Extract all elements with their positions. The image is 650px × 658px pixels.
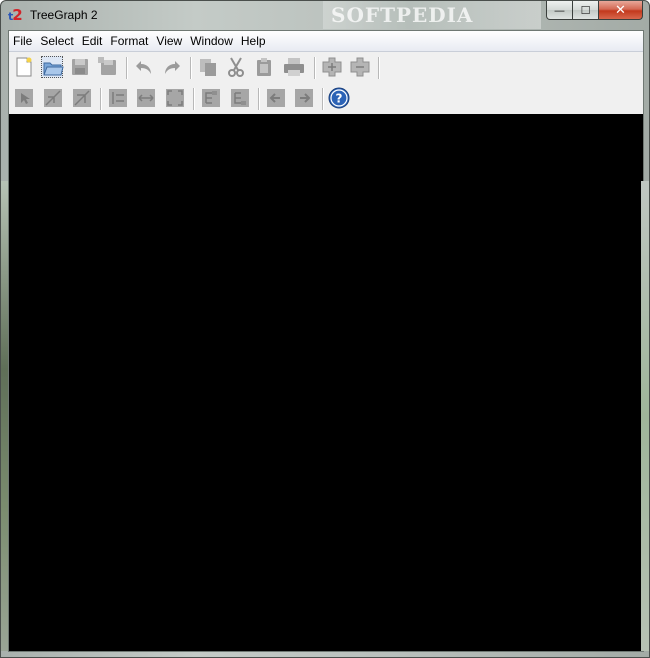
- menu-format[interactable]: Format: [106, 31, 152, 51]
- redo-button[interactable]: [161, 56, 183, 78]
- toolbar-separator: [322, 88, 324, 110]
- select-node-icon: [15, 89, 33, 107]
- new-document-icon: [16, 57, 32, 77]
- tree-canvas[interactable]: [9, 114, 643, 651]
- open-folder-icon: [43, 62, 64, 76]
- collapse-node-icon: [350, 57, 370, 77]
- window-title: TreeGraph 2: [30, 8, 98, 22]
- close-icon: ✕: [615, 2, 626, 18]
- menu-window[interactable]: Window: [186, 31, 237, 51]
- toolbar-separator: [126, 57, 128, 79]
- copy-icon: [200, 59, 216, 76]
- toolbar-separator: [193, 88, 195, 110]
- minimize-icon: —: [554, 3, 565, 17]
- fit-to-window-button[interactable]: [164, 87, 186, 109]
- maximize-button[interactable]: ☐: [573, 1, 599, 20]
- minimize-button[interactable]: —: [546, 1, 573, 20]
- help-icon: ?: [328, 87, 350, 109]
- print-icon: [284, 58, 304, 76]
- select-subtree-button[interactable]: [71, 87, 93, 109]
- select-subtree-icon: [73, 89, 91, 107]
- arrow-left-button[interactable]: [265, 87, 287, 109]
- toolbar-separator: [314, 57, 316, 79]
- print-button[interactable]: [283, 56, 305, 78]
- menu-view[interactable]: View: [152, 31, 186, 51]
- client-area: File Select Edit Format View Window Help: [8, 30, 644, 652]
- tree-toolbar: ?: [9, 83, 643, 113]
- align-icon: [109, 89, 127, 107]
- arrow-right-button[interactable]: [293, 87, 315, 109]
- fit-to-window-icon: [166, 89, 184, 107]
- move-subtree-up-icon: [202, 89, 220, 107]
- save-icon: [72, 59, 88, 75]
- menu-edit[interactable]: Edit: [78, 31, 107, 51]
- copy-button[interactable]: [197, 56, 219, 78]
- svg-text:?: ?: [336, 92, 343, 106]
- menu-help[interactable]: Help: [237, 31, 270, 51]
- cut-icon: [228, 57, 244, 77]
- align-button[interactable]: [107, 87, 129, 109]
- paste-icon: [257, 58, 271, 76]
- select-branch-button[interactable]: [42, 87, 64, 109]
- open-button[interactable]: [41, 56, 64, 78]
- select-node-button[interactable]: [13, 87, 35, 109]
- app-logo-icon[interactable]: t2: [8, 7, 26, 23]
- arrow-left-icon: [267, 89, 285, 107]
- maximize-icon: ☐: [580, 3, 591, 17]
- stretch-horizontal-icon: [137, 89, 155, 107]
- move-subtree-up-button[interactable]: [200, 87, 222, 109]
- new-document-button[interactable]: [13, 56, 35, 78]
- cut-button[interactable]: [225, 56, 247, 78]
- close-button[interactable]: ✕: [599, 1, 643, 20]
- toolbar-separator: [258, 88, 260, 110]
- expand-node-button[interactable]: [321, 56, 343, 78]
- menu-bar: File Select Edit Format View Window Help: [9, 31, 643, 52]
- select-branch-icon: [44, 89, 62, 107]
- menu-file[interactable]: File: [9, 31, 36, 51]
- toolbar-separator: [378, 57, 380, 79]
- expand-node-icon: [322, 57, 342, 77]
- move-subtree-down-icon: [231, 89, 249, 107]
- help-button[interactable]: ?: [328, 87, 350, 109]
- window-controls: — ☐ ✕: [546, 1, 643, 21]
- redo-icon: [165, 61, 180, 74]
- save-as-button[interactable]: [97, 56, 119, 78]
- collapse-node-button[interactable]: [349, 56, 371, 78]
- menu-select[interactable]: Select: [36, 31, 77, 51]
- paste-button[interactable]: [253, 56, 275, 78]
- undo-icon: [136, 61, 151, 74]
- save-button[interactable]: [69, 56, 91, 78]
- arrow-right-icon: [295, 89, 313, 107]
- main-toolbar: [9, 52, 643, 82]
- toolbar-separator: [190, 57, 192, 79]
- undo-button[interactable]: [133, 56, 155, 78]
- toolbar-separator: [100, 88, 102, 110]
- app-window: t2 TreeGraph 2 SOFTPEDIA — ☐ ✕ File Sele…: [0, 0, 650, 658]
- stretch-horizontal-button[interactable]: [135, 87, 157, 109]
- title-bar[interactable]: t2 TreeGraph 2 SOFTPEDIA — ☐ ✕: [1, 1, 649, 30]
- save-as-icon: [98, 57, 116, 75]
- watermark: SOFTPEDIA: [323, 1, 541, 29]
- move-subtree-down-button[interactable]: [229, 87, 251, 109]
